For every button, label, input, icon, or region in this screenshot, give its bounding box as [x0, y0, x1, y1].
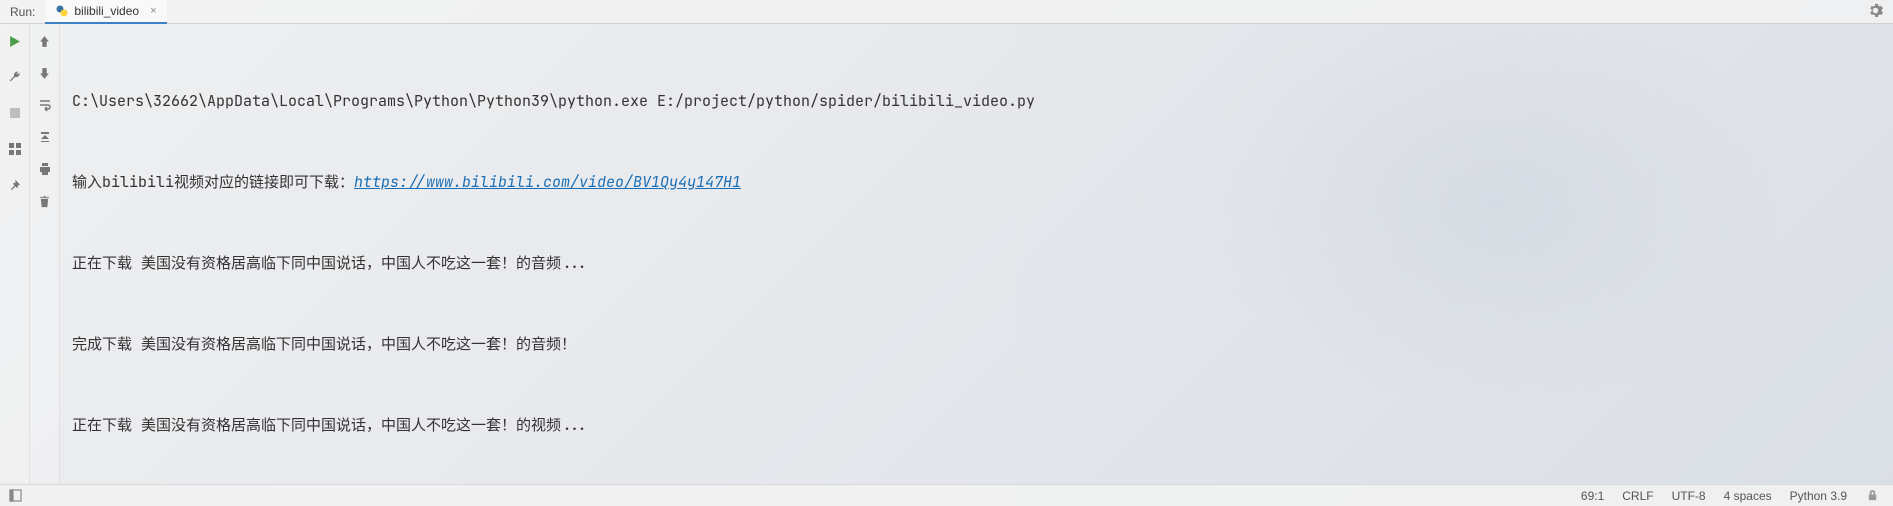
- lock-icon[interactable]: [1865, 489, 1879, 503]
- run-tab-label: bilibili_video: [74, 4, 139, 18]
- layout-icon[interactable]: [6, 140, 24, 158]
- stop-icon[interactable]: [6, 104, 24, 122]
- run-tab[interactable]: bilibili_video ×: [45, 0, 166, 24]
- console-line: C:\Users\32662\AppData\Local\Programs\Py…: [72, 88, 1885, 115]
- indent-setting[interactable]: 4 spaces: [1724, 489, 1772, 503]
- run-toolwindow-header: Run: bilibili_video ×: [0, 0, 1893, 24]
- print-icon[interactable]: [36, 160, 54, 178]
- run-body: C:\Users\32662\AppData\Local\Programs\Py…: [0, 24, 1893, 484]
- console-line: 完成下载 美国没有资格居高临下同中国说话，中国人不吃这一套！的音频！: [72, 331, 1885, 358]
- console-line: 输入bilibili视频对应的链接即可下载：https://www.bilibi…: [72, 169, 1885, 196]
- console-output[interactable]: C:\Users\32662\AppData\Local\Programs\Py…: [60, 24, 1893, 484]
- file-encoding[interactable]: UTF-8: [1672, 489, 1706, 503]
- toolwindow-toggle-icon[interactable]: [8, 489, 22, 503]
- wrench-icon[interactable]: [6, 68, 24, 86]
- run-label: Run:: [0, 5, 45, 19]
- python-interpreter[interactable]: Python 3.9: [1790, 489, 1847, 503]
- close-icon[interactable]: ×: [150, 5, 156, 17]
- console-line: 正在下载 美国没有资格居高临下同中国说话，中国人不吃这一套！的音频...: [72, 250, 1885, 277]
- trash-icon[interactable]: [36, 192, 54, 210]
- console-text: 输入bilibili视频对应的链接即可下载：: [72, 172, 354, 192]
- pin-icon[interactable]: [6, 176, 24, 194]
- left-gutter-secondary: [30, 24, 60, 484]
- console-line: 正在下载 美国没有资格居高临下同中国说话，中国人不吃这一套！的视频...: [72, 412, 1885, 439]
- gear-icon[interactable]: [1858, 3, 1893, 21]
- python-file-icon: [55, 4, 69, 18]
- status-bar: 69:1 CRLF UTF-8 4 spaces Python 3.9: [0, 484, 1893, 506]
- soft-wrap-icon[interactable]: [36, 96, 54, 114]
- caret-position[interactable]: 69:1: [1581, 489, 1604, 503]
- down-arrow-icon[interactable]: [36, 64, 54, 82]
- up-arrow-icon[interactable]: [36, 32, 54, 50]
- left-gutter-primary: [0, 24, 30, 484]
- rerun-icon[interactable]: [6, 32, 24, 50]
- url-link[interactable]: https://www.bilibili.com/video/BV1Qy4y14…: [354, 172, 741, 192]
- line-separator[interactable]: CRLF: [1622, 489, 1653, 503]
- scroll-to-end-icon[interactable]: [36, 128, 54, 146]
